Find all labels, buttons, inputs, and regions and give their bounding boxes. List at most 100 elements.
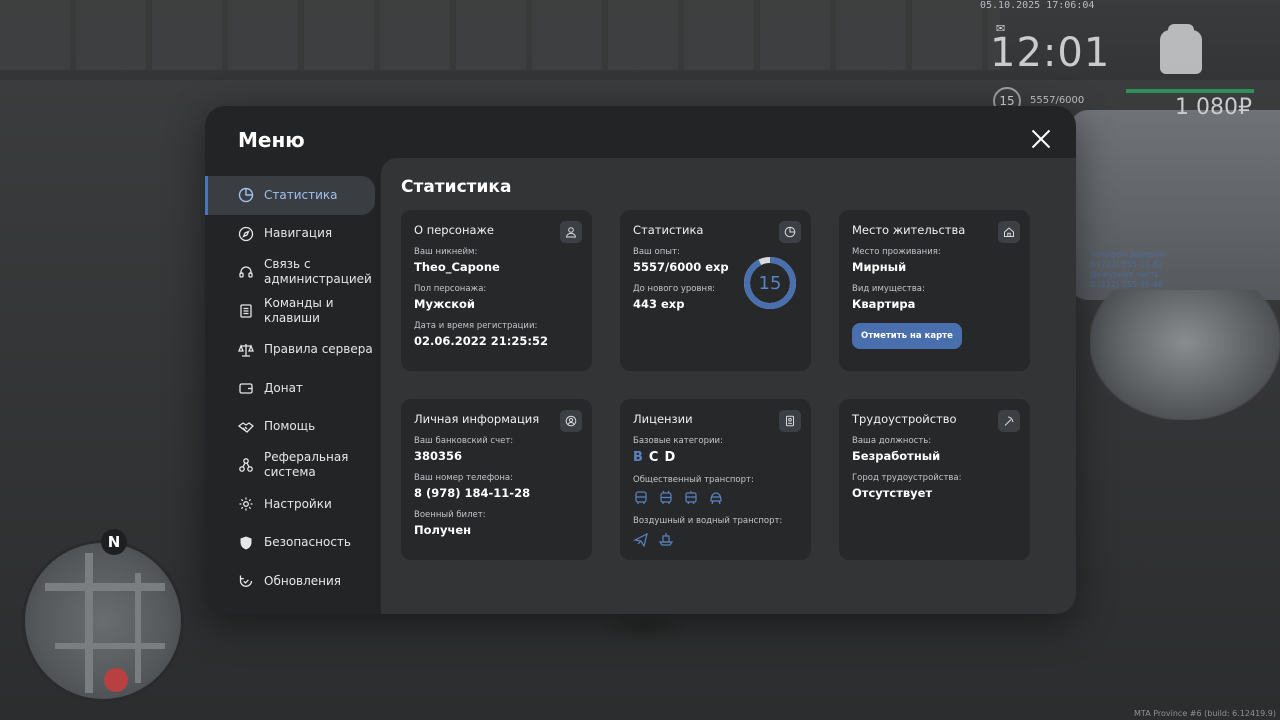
- license-category-b: B: [633, 450, 643, 465]
- phone-value: 8 (978) 184-11-28: [414, 486, 531, 500]
- tram-icon: [685, 491, 697, 505]
- gear-icon: [238, 496, 254, 512]
- property-type-value: Квартира: [852, 297, 916, 311]
- user-icon: [560, 221, 582, 243]
- sidebar-item-label: Донат: [264, 380, 303, 395]
- compass-icon: [238, 226, 254, 242]
- build-info: MTA Province #6 (build: 6.12419.9): [1134, 709, 1276, 718]
- property-type-label: Вид имущества:: [852, 284, 925, 294]
- sidebar-item-updates[interactable]: Обновления: [205, 562, 381, 601]
- hud-health-bar: [1126, 89, 1254, 93]
- card-title: О персонаже: [414, 223, 494, 237]
- card-title: Место жительства: [852, 223, 966, 237]
- map-marker-icon: [104, 668, 128, 692]
- license-category-c: C: [648, 450, 659, 465]
- air-water-transport-label: Воздушный и водный транспорт:: [633, 516, 783, 526]
- military-id-value: Получен: [414, 523, 472, 537]
- card-personal-info: Личная информация Ваш банковский счет: 3…: [401, 399, 592, 560]
- close-icon[interactable]: [1029, 127, 1053, 151]
- employment-city-value: Отсутствует: [852, 486, 933, 500]
- scene-people: [600, 612, 690, 642]
- sidebar-item-label: Правила сервера: [264, 342, 373, 357]
- bank-account-value: 380356: [414, 449, 463, 463]
- mark-on-map-button[interactable]: Отметить на карте: [852, 323, 962, 349]
- content-title: Статистика: [401, 177, 512, 197]
- license-category-d: D: [664, 450, 676, 465]
- menu-title: Меню: [238, 128, 305, 152]
- hud-clock: 12:01: [990, 30, 1111, 76]
- card-residence: Место жительства Место проживания: Мирны…: [839, 210, 1030, 371]
- sidebar-item-label: Помощь: [264, 419, 316, 434]
- sidebar-item-security[interactable]: Безопасность: [205, 523, 381, 562]
- wallet-icon: [238, 380, 254, 396]
- sidebar-item-donate[interactable]: Донат: [205, 369, 381, 408]
- trolleybus-icon: [660, 490, 672, 504]
- gender-value: Мужской: [414, 297, 475, 311]
- north-indicator: N: [101, 529, 127, 555]
- user-circle-icon: [560, 410, 582, 432]
- sidebar-item-navigation[interactable]: Навигация: [205, 215, 381, 254]
- document-icon: [238, 303, 254, 319]
- public-transport-label: Общественный транспорт:: [633, 475, 754, 485]
- sidebar-item-referral[interactable]: Реферальная система: [205, 446, 381, 485]
- sidebar-item-statistics[interactable]: Статистика: [205, 176, 375, 215]
- sidebar-item-label: Связь с администрацией: [264, 257, 372, 287]
- handshake-icon: [238, 419, 254, 435]
- scene-motorcycle: [1090, 290, 1280, 420]
- home-icon: [998, 221, 1020, 243]
- air-water-transport-icons: [633, 531, 798, 547]
- bus-icon: [635, 491, 647, 504]
- sidebar-item-label: Настройки: [264, 496, 332, 511]
- card-title: Трудоустройство: [852, 412, 957, 426]
- sidebar-item-rules[interactable]: Правила сервера: [205, 330, 381, 369]
- sidebar-item-label: Безопасность: [264, 535, 351, 550]
- pie-chart-icon: [779, 221, 801, 243]
- sidebar-item-help[interactable]: Помощь: [205, 408, 381, 447]
- card-statistics: Статистика Ваш опыт: 5557/6000 exp До но…: [620, 210, 811, 371]
- content-panel: Статистика О персонаже Ваш никнейм: Theo…: [381, 158, 1076, 614]
- pickaxe-icon: [998, 410, 1020, 432]
- sidebar-item-commands[interactable]: Команды и клавиши: [205, 292, 381, 331]
- card-character: О персонаже Ваш никнейм: Theo_Capone Пол…: [401, 210, 592, 371]
- gender-label: Пол персонажа:: [414, 284, 487, 294]
- id-card-icon: [779, 410, 801, 432]
- menu-window: Меню Статистика Навигация Связь с админи…: [205, 106, 1076, 614]
- scales-icon: [238, 342, 254, 358]
- scene-building: [0, 0, 1000, 70]
- metro-icon: [710, 492, 722, 505]
- sidebar-item-settings[interactable]: Настройки: [205, 485, 381, 524]
- registration-value: 02.06.2022 21:25:52: [414, 334, 548, 348]
- military-id-label: Военный билет:: [414, 510, 486, 520]
- residence-place-value: Мирный: [852, 260, 907, 274]
- position-value: Безработный: [852, 449, 941, 463]
- card-title: Личная информация: [414, 412, 540, 426]
- residence-place-label: Место проживания:: [852, 247, 941, 257]
- airplane-icon: [633, 532, 648, 547]
- hud-exp: 5557/6000: [1030, 95, 1085, 106]
- bank-account-label: Ваш банковский счет:: [414, 436, 514, 446]
- phone-label: Ваш номер телефона:: [414, 473, 513, 483]
- sidebar-item-label: Статистика: [264, 187, 338, 202]
- ship-icon: [658, 533, 674, 546]
- card-employment: Трудоустройство Ваша должность: Безработ…: [839, 399, 1030, 560]
- hud-money: 1 080₽: [1175, 95, 1252, 120]
- sidebar-item-label: Обновления: [264, 573, 342, 588]
- card-title: Статистика: [633, 223, 704, 237]
- sidebar-item-admin-contact[interactable]: Связь с администрацией: [205, 253, 381, 292]
- network-icon: [238, 457, 254, 473]
- shield-icon: [238, 535, 254, 551]
- pie-chart-icon: [238, 187, 254, 203]
- card-licenses: Лицензии Базовые категории: BCD Обществе…: [620, 399, 811, 560]
- hud-datetime: 05.10.2025 17:06:04: [980, 0, 1095, 11]
- minimap: [22, 540, 184, 702]
- fist-icon: [1160, 24, 1202, 74]
- sidebar: Статистика Навигация Связь с администрац…: [205, 176, 381, 601]
- level-number: 15: [758, 272, 782, 294]
- nickname-value: Theo_Capone: [414, 260, 500, 274]
- license-categories: BCD: [633, 450, 798, 465]
- sidebar-item-label: Команды и клавиши: [264, 296, 334, 326]
- card-title: Лицензии: [633, 412, 693, 426]
- employment-city-label: Город трудоустройства:: [852, 473, 962, 483]
- public-transport-icons: [633, 490, 798, 506]
- sidebar-item-label: Реферальная система: [264, 450, 349, 480]
